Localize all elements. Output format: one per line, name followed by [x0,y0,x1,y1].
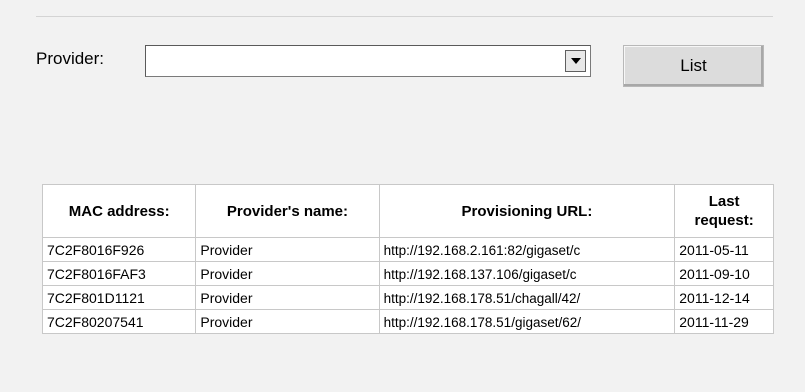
cell-last-request: 2011-12-14 [674,285,774,310]
cell-last-request: 2011-05-11 [674,237,774,262]
top-divider [36,16,773,17]
cell-mac: 7C2F801D1121 [41,285,197,310]
column-header-last-request-line2: request: [694,212,754,229]
cell-mac: 7C2F8016F926 [41,237,197,262]
column-header-provider-name[interactable]: Provider's name: [195,184,380,238]
column-header-last-request-line1: Last [708,193,740,210]
cell-provider-name: Provider [195,237,380,262]
dropdown-button[interactable] [565,50,586,72]
provisioning-panel: Provider: List MAC address: Provider's n… [0,0,805,392]
provider-select[interactable] [145,45,591,77]
cell-provisioning-url: http://192.168.2.161:82/gigaset/c [378,237,676,262]
cell-provisioning-url: http://192.168.137.106/gigaset/c [378,261,676,286]
cell-mac: 7C2F80207541 [41,309,197,334]
cell-provider-name: Provider [195,261,380,286]
column-header-provisioning-url[interactable]: Provisioning URL: [378,184,676,238]
column-header-last-request[interactable]: Last request: [674,184,774,238]
list-button[interactable]: List [623,45,764,87]
cell-provider-name: Provider [195,309,380,334]
table-row[interactable]: 7C2F80207541 Provider http://192.168.178… [41,309,774,334]
chevron-down-icon [571,58,581,64]
provider-label: Provider: [36,49,105,68]
cell-provider-name: Provider [195,285,380,310]
cell-last-request: 2011-09-10 [674,261,774,286]
table-row[interactable]: 7C2F801D1121 Provider http://192.168.178… [41,285,774,310]
cell-provisioning-url: http://192.168.178.51/chagall/42/ [378,285,676,310]
provider-table: MAC address: Provider's name: Provisioni… [41,184,774,334]
table-row[interactable]: 7C2F8016FAF3 Provider http://192.168.137… [41,261,774,286]
table-row[interactable]: 7C2F8016F926 Provider http://192.168.2.1… [41,237,774,262]
table-header-row: MAC address: Provider's name: Provisioni… [41,184,774,238]
cell-mac: 7C2F8016FAF3 [41,261,197,286]
cell-provisioning-url: http://192.168.178.51/gigaset/62/ [378,309,676,334]
cell-last-request: 2011-11-29 [674,309,774,334]
column-header-mac[interactable]: MAC address: [41,184,197,238]
